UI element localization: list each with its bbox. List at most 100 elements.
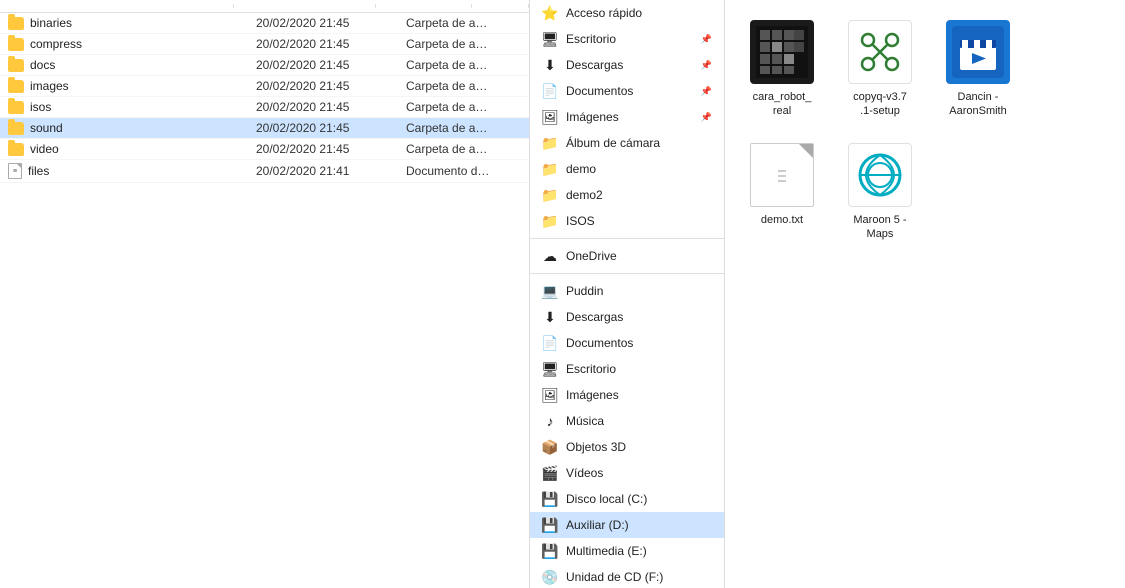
col-header-size[interactable] — [472, 4, 529, 8]
download-arrow-icon: ⬇ — [542, 309, 558, 325]
monitor-small-icon: 🖥 — [542, 31, 558, 47]
txt-large-icon — [750, 143, 814, 207]
file-name-text: video — [30, 142, 59, 156]
pin-icon: 📌 — [701, 86, 712, 97]
folder-icon — [8, 80, 24, 93]
sidebar-item-label: Unidad de CD (F:) — [566, 570, 712, 584]
sidebar-item-descargas2[interactable]: ⬇Descargas — [530, 304, 724, 330]
sidebar-item-videos[interactable]: 🎬Vídeos — [530, 460, 724, 486]
sidebar-item-album[interactable]: 📁 Álbum de cámara — [530, 130, 724, 156]
file-name-text: images — [30, 79, 69, 93]
sidebar-item-label: OneDrive — [566, 249, 712, 263]
hdd-icon: 💾 — [542, 543, 558, 559]
sidebar-item-label: ISOS — [566, 214, 712, 228]
table-row[interactable]: binaries20/02/2020 21:45Carpeta de archi… — [0, 13, 529, 34]
file-type-cell: Carpeta de archivos — [398, 37, 498, 51]
folder-icon — [8, 101, 24, 114]
file-date-cell: 20/02/2020 21:41 — [248, 164, 398, 178]
sidebar-item-label: demo — [566, 162, 712, 176]
col-header-name[interactable] — [0, 4, 234, 8]
pin-icon: 📌 — [701, 112, 712, 123]
sidebar-item-isos[interactable]: 📁ISOS — [530, 208, 724, 234]
sidebar-item-label: Imágenes — [566, 388, 712, 402]
star-icon: ⭐ — [542, 5, 558, 21]
file-icon-label: cara_robot_ real — [753, 90, 812, 119]
sidebar-item-imagenes1[interactable]: 🖼Imágenes📌 — [530, 104, 724, 130]
file-name-text: files — [28, 164, 49, 178]
cube-3d-icon: 📦 — [542, 439, 558, 455]
table-row[interactable]: ≡files20/02/2020 21:41Documento de tex..… — [0, 160, 529, 183]
folder-icon — [8, 38, 24, 51]
nav-divider — [530, 238, 724, 239]
sidebar-item-puddin[interactable]: 💻Puddin — [530, 278, 724, 304]
folder-icon — [8, 59, 24, 72]
file-name-cell: binaries — [0, 16, 248, 30]
file-type-cell: Carpeta de archivos — [398, 100, 498, 114]
col-header-type[interactable] — [376, 4, 471, 8]
nav-panel: ⭐Acceso rápido🖥Escritorio📌⬇Descargas📌📄Do… — [530, 0, 725, 588]
onedrive-icon: ☁ — [542, 248, 558, 264]
sidebar-item-auxiliard[interactable]: 💾 Auxiliar (D:) — [530, 512, 724, 538]
sidebar-item-documentos2[interactable]: 📄Documentos — [530, 330, 724, 356]
sidebar-item-label: Escritorio — [566, 32, 693, 46]
folder-icon — [8, 122, 24, 135]
sidebar-item-label: Vídeos — [566, 466, 712, 480]
file-icon-demotxt[interactable]: demo.txt — [737, 135, 827, 250]
doc-small-icon: 📄 — [542, 83, 558, 99]
file-icon-cara-robot[interactable]: cara_robot_ real — [737, 12, 827, 127]
file-icon-dancin[interactable]: Dancin - AaronSmith — [933, 12, 1023, 127]
file-list-header — [0, 0, 529, 13]
nav-items-container: ⭐Acceso rápido🖥Escritorio📌⬇Descargas📌📄Do… — [530, 0, 724, 588]
folder-yellow-icon: 📁 — [542, 135, 558, 151]
file-date-cell: 20/02/2020 21:45 — [248, 37, 398, 51]
sidebar-item-demo[interactable]: 📁demo — [530, 156, 724, 182]
table-row[interactable]: sound20/02/2020 21:45Carpeta de archivos — [0, 118, 529, 139]
monitor-small-icon: 🖥 — [542, 361, 558, 377]
sidebar-item-objetos3d[interactable]: 📦Objetos 3D — [530, 434, 724, 460]
sidebar-item-escritorio1[interactable]: 🖥 Escritorio 📌 — [530, 26, 724, 52]
file-icon-copyq[interactable]: copyq-v3.7 .1-setup — [835, 12, 925, 127]
image-small-icon: 🖼 — [542, 109, 558, 125]
sidebar-item-discoc[interactable]: 💾Disco local (C:) — [530, 486, 724, 512]
sidebar-item-label: Documentos — [566, 84, 693, 98]
sidebar-item-label: Álbum de cámara — [566, 136, 712, 150]
file-icon-label: Maroon 5 - Maps — [853, 213, 906, 242]
file-type-cell: Carpeta de archivos — [398, 142, 498, 156]
pin-icon: 📌 — [701, 60, 712, 71]
hdd-icon: 💾 — [542, 517, 558, 533]
file-date-cell: 20/02/2020 21:45 — [248, 142, 398, 156]
folder-yellow-icon: 📁 — [542, 187, 558, 203]
file-icon-maroon5[interactable]: Maroon 5 - Maps — [835, 135, 925, 250]
file-date-cell: 20/02/2020 21:45 — [248, 16, 398, 30]
image-small-icon: 🖼 — [542, 387, 558, 403]
music-note-icon: ♪ — [542, 413, 558, 429]
sidebar-item-escritorio2[interactable]: 🖥 Escritorio — [530, 356, 724, 382]
txt-icon: ≡ — [8, 163, 22, 179]
sidebar-item-onedrive[interactable]: ☁ OneDrive — [530, 243, 724, 269]
sidebar-item-descargas1[interactable]: ⬇Descargas📌 — [530, 52, 724, 78]
sidebar-item-documentos1[interactable]: 📄 Documentos 📌 — [530, 78, 724, 104]
table-row[interactable]: compress20/02/2020 21:45Carpeta de archi… — [0, 34, 529, 55]
sidebar-item-unidadcd[interactable]: 💿 Unidad de CD (F:) — [530, 564, 724, 588]
file-date-cell: 20/02/2020 21:45 — [248, 121, 398, 135]
pin-icon: 📌 — [701, 34, 712, 45]
table-row[interactable]: video 20/02/2020 21:45Carpeta de archivos — [0, 139, 529, 160]
file-name-cell: video — [0, 142, 248, 156]
sidebar-item-label: Descargas — [566, 58, 693, 72]
sidebar-item-label: Auxiliar (D:) — [566, 518, 712, 532]
col-header-date[interactable] — [234, 4, 376, 8]
folder-icon — [8, 17, 24, 30]
sidebar-item-multimidae[interactable]: 💾Multimedia (E:) — [530, 538, 724, 564]
sidebar-item-label: Escritorio — [566, 362, 712, 376]
sidebar-item-musica[interactable]: ♪Música — [530, 408, 724, 434]
sidebar-item-demo2[interactable]: 📁demo2 — [530, 182, 724, 208]
sidebar-item-label: Puddin — [566, 284, 712, 298]
sidebar-item-imagenes2[interactable]: 🖼 Imágenes — [530, 382, 724, 408]
file-icon-label: demo.txt — [761, 213, 803, 227]
file-name-cell: images — [0, 79, 248, 93]
table-row[interactable]: images20/02/2020 21:45Carpeta de archivo… — [0, 76, 529, 97]
table-row[interactable]: docs20/02/2020 21:45Carpeta de archivos — [0, 55, 529, 76]
cd-icon: 💿 — [542, 569, 558, 585]
sidebar-item-acceso-rapido[interactable]: ⭐Acceso rápido — [530, 0, 724, 26]
table-row[interactable]: isos20/02/2020 21:45Carpeta de archivos — [0, 97, 529, 118]
